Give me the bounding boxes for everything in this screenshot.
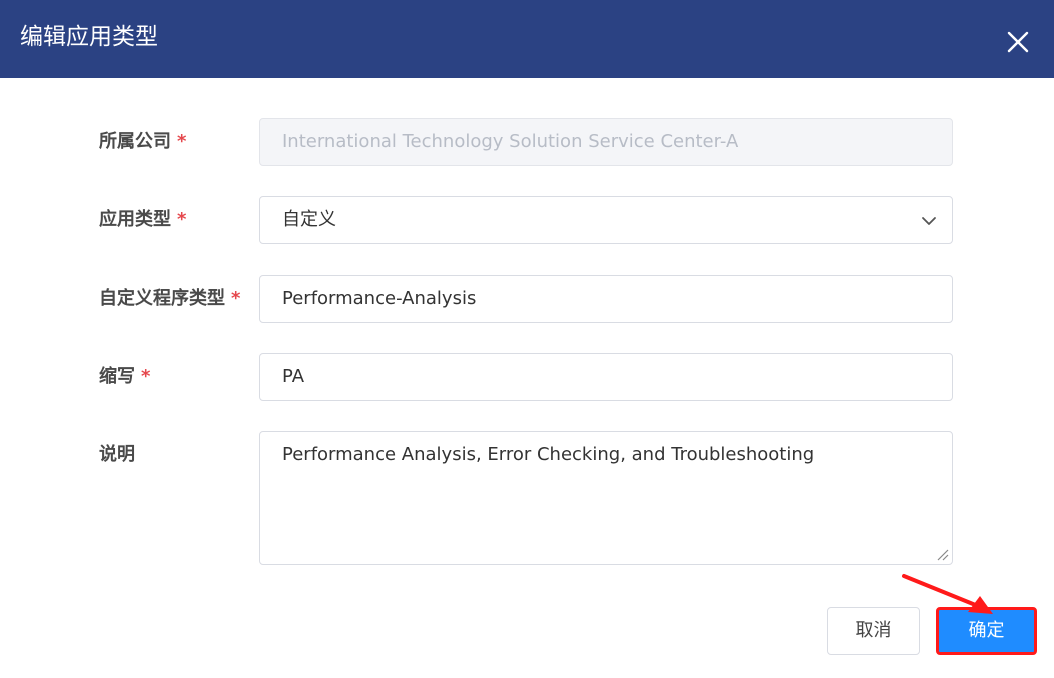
app-type-value: 自定义: [282, 209, 336, 230]
close-button[interactable]: [1000, 24, 1036, 60]
app-type-label: 应用类型 *: [99, 208, 186, 232]
required-marker: *: [177, 131, 187, 152]
custom-program-type-input[interactable]: Performance-Analysis: [259, 275, 953, 323]
company-label: 所属公司 *: [99, 130, 186, 154]
company-field: International Technology Solution Servic…: [259, 118, 953, 166]
description-textarea[interactable]: Performance Analysis, Error Checking, an…: [259, 431, 953, 565]
description-label-text: 说明: [99, 444, 135, 465]
dialog-header: 编辑应用类型: [0, 0, 1054, 78]
dialog-title: 编辑应用类型: [20, 24, 158, 50]
custom-program-type-label: 自定义程序类型 *: [99, 287, 240, 311]
abbreviation-input[interactable]: PA: [259, 353, 953, 401]
chevron-down-icon: [922, 217, 936, 225]
abbreviation-label: 缩写 *: [99, 365, 150, 389]
required-marker: *: [177, 209, 187, 230]
close-icon: [1007, 31, 1029, 53]
cancel-button[interactable]: 取消: [827, 607, 920, 655]
custom-program-type-label-text: 自定义程序类型: [99, 288, 225, 309]
required-marker: *: [141, 366, 151, 387]
app-type-select[interactable]: 自定义: [259, 196, 953, 244]
required-marker: *: [231, 288, 241, 309]
app-type-label-text: 应用类型: [99, 209, 171, 230]
abbreviation-label-text: 缩写: [99, 366, 135, 387]
resize-grip-icon[interactable]: [935, 547, 949, 561]
description-label: 说明: [99, 443, 135, 467]
confirm-button[interactable]: 确定: [936, 607, 1037, 655]
description-text: Performance Analysis, Error Checking, an…: [282, 444, 815, 465]
company-label-text: 所属公司: [99, 131, 171, 152]
